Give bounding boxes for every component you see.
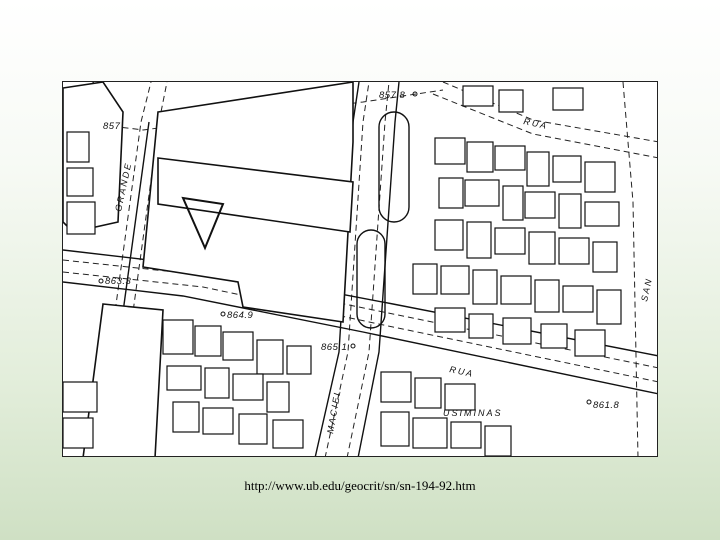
map-drawing: 863.3 864.9 865.1 857.8 857 861.8 GRANDE… — [63, 82, 657, 456]
source-url: http://www.ub.edu/geocrit/sn/sn-194-92.h… — [244, 478, 476, 493]
elevation-865-1: 865.1 — [321, 342, 347, 353]
elevation-861-8: 861.8 — [593, 400, 619, 411]
elevation-857-8: 857.8 — [379, 90, 405, 101]
elevation-864-9: 864.9 — [227, 310, 253, 321]
elevation-863-3: 863.3 — [105, 276, 131, 287]
city-map: 863.3 864.9 865.1 857.8 857 861.8 GRANDE… — [62, 81, 658, 457]
elevation-857: 857 — [103, 121, 121, 132]
street-usiminas: USIMINAS — [443, 408, 503, 418]
